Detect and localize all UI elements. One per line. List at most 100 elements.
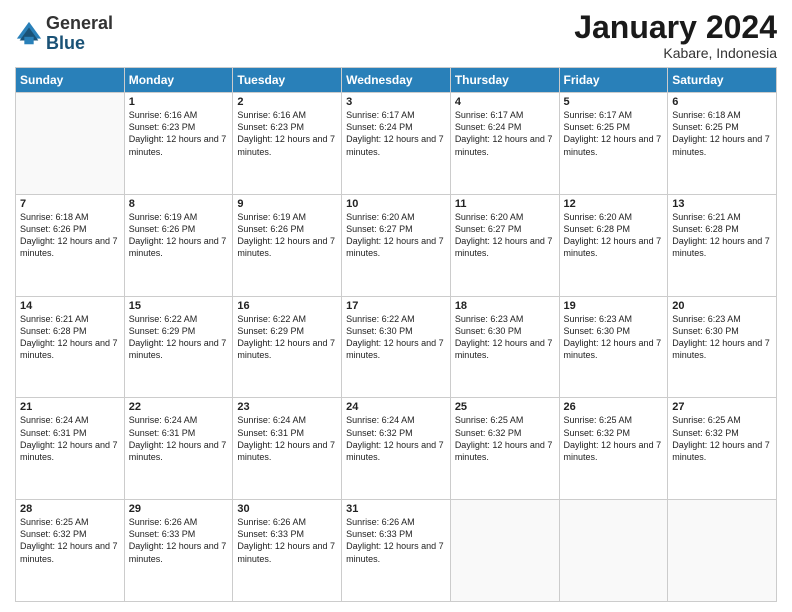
calendar-cell: 17Sunrise: 6:22 AMSunset: 6:30 PMDayligh… <box>342 296 451 398</box>
calendar-cell: 20Sunrise: 6:23 AMSunset: 6:30 PMDayligh… <box>668 296 777 398</box>
calendar-cell: 21Sunrise: 6:24 AMSunset: 6:31 PMDayligh… <box>16 398 125 500</box>
day-number: 25 <box>455 401 555 413</box>
calendar-cell: 13Sunrise: 6:21 AMSunset: 6:28 PMDayligh… <box>668 194 777 296</box>
calendar-cell <box>450 500 559 602</box>
day-info: Sunrise: 6:16 AMSunset: 6:23 PMDaylight:… <box>129 109 229 158</box>
day-number: 15 <box>129 300 229 312</box>
calendar-cell: 4Sunrise: 6:17 AMSunset: 6:24 PMDaylight… <box>450 93 559 195</box>
subtitle: Kabare, Indonesia <box>574 45 777 61</box>
day-number: 22 <box>129 401 229 413</box>
day-info: Sunrise: 6:23 AMSunset: 6:30 PMDaylight:… <box>455 313 555 362</box>
calendar-cell: 8Sunrise: 6:19 AMSunset: 6:26 PMDaylight… <box>124 194 233 296</box>
day-number: 9 <box>237 198 337 210</box>
day-info: Sunrise: 6:21 AMSunset: 6:28 PMDaylight:… <box>672 211 772 260</box>
day-info: Sunrise: 6:26 AMSunset: 6:33 PMDaylight:… <box>237 516 337 565</box>
day-info: Sunrise: 6:22 AMSunset: 6:29 PMDaylight:… <box>129 313 229 362</box>
day-info: Sunrise: 6:19 AMSunset: 6:26 PMDaylight:… <box>237 211 337 260</box>
weekday-header-wednesday: Wednesday <box>342 68 451 93</box>
day-number: 12 <box>564 198 664 210</box>
day-info: Sunrise: 6:22 AMSunset: 6:29 PMDaylight:… <box>237 313 337 362</box>
header: General Blue January 2024 Kabare, Indone… <box>15 10 777 61</box>
day-info: Sunrise: 6:26 AMSunset: 6:33 PMDaylight:… <box>346 516 446 565</box>
logo-general-label: General <box>46 14 113 34</box>
day-number: 20 <box>672 300 772 312</box>
day-number: 26 <box>564 401 664 413</box>
calendar-cell: 6Sunrise: 6:18 AMSunset: 6:25 PMDaylight… <box>668 93 777 195</box>
day-number: 19 <box>564 300 664 312</box>
calendar-table: SundayMondayTuesdayWednesdayThursdayFrid… <box>15 67 777 602</box>
calendar-cell: 1Sunrise: 6:16 AMSunset: 6:23 PMDaylight… <box>124 93 233 195</box>
day-number: 29 <box>129 503 229 515</box>
calendar-cell: 28Sunrise: 6:25 AMSunset: 6:32 PMDayligh… <box>16 500 125 602</box>
weekday-header-thursday: Thursday <box>450 68 559 93</box>
calendar-cell: 9Sunrise: 6:19 AMSunset: 6:26 PMDaylight… <box>233 194 342 296</box>
day-number: 13 <box>672 198 772 210</box>
calendar-cell: 18Sunrise: 6:23 AMSunset: 6:30 PMDayligh… <box>450 296 559 398</box>
logo-blue-label: Blue <box>46 34 113 54</box>
calendar-week-row: 7Sunrise: 6:18 AMSunset: 6:26 PMDaylight… <box>16 194 777 296</box>
calendar-cell: 3Sunrise: 6:17 AMSunset: 6:24 PMDaylight… <box>342 93 451 195</box>
title-section: January 2024 Kabare, Indonesia <box>574 10 777 61</box>
calendar-cell: 14Sunrise: 6:21 AMSunset: 6:28 PMDayligh… <box>16 296 125 398</box>
day-info: Sunrise: 6:18 AMSunset: 6:25 PMDaylight:… <box>672 109 772 158</box>
calendar-week-row: 14Sunrise: 6:21 AMSunset: 6:28 PMDayligh… <box>16 296 777 398</box>
main-title: January 2024 <box>574 10 777 45</box>
day-number: 14 <box>20 300 120 312</box>
weekday-header-monday: Monday <box>124 68 233 93</box>
calendar-cell: 25Sunrise: 6:25 AMSunset: 6:32 PMDayligh… <box>450 398 559 500</box>
day-number: 5 <box>564 96 664 108</box>
day-info: Sunrise: 6:16 AMSunset: 6:23 PMDaylight:… <box>237 109 337 158</box>
calendar-cell: 10Sunrise: 6:20 AMSunset: 6:27 PMDayligh… <box>342 194 451 296</box>
day-number: 1 <box>129 96 229 108</box>
day-info: Sunrise: 6:24 AMSunset: 6:32 PMDaylight:… <box>346 414 446 463</box>
day-number: 28 <box>20 503 120 515</box>
day-number: 16 <box>237 300 337 312</box>
day-info: Sunrise: 6:24 AMSunset: 6:31 PMDaylight:… <box>237 414 337 463</box>
day-number: 4 <box>455 96 555 108</box>
day-number: 10 <box>346 198 446 210</box>
day-info: Sunrise: 6:25 AMSunset: 6:32 PMDaylight:… <box>20 516 120 565</box>
day-info: Sunrise: 6:19 AMSunset: 6:26 PMDaylight:… <box>129 211 229 260</box>
calendar-cell: 5Sunrise: 6:17 AMSunset: 6:25 PMDaylight… <box>559 93 668 195</box>
calendar-cell: 23Sunrise: 6:24 AMSunset: 6:31 PMDayligh… <box>233 398 342 500</box>
day-info: Sunrise: 6:24 AMSunset: 6:31 PMDaylight:… <box>20 414 120 463</box>
calendar-cell <box>668 500 777 602</box>
day-info: Sunrise: 6:24 AMSunset: 6:31 PMDaylight:… <box>129 414 229 463</box>
weekday-header-tuesday: Tuesday <box>233 68 342 93</box>
day-info: Sunrise: 6:17 AMSunset: 6:24 PMDaylight:… <box>346 109 446 158</box>
day-number: 11 <box>455 198 555 210</box>
calendar-cell: 30Sunrise: 6:26 AMSunset: 6:33 PMDayligh… <box>233 500 342 602</box>
calendar-cell: 26Sunrise: 6:25 AMSunset: 6:32 PMDayligh… <box>559 398 668 500</box>
day-number: 3 <box>346 96 446 108</box>
calendar-cell: 27Sunrise: 6:25 AMSunset: 6:32 PMDayligh… <box>668 398 777 500</box>
logo-text: General Blue <box>46 14 113 54</box>
page: General Blue January 2024 Kabare, Indone… <box>0 0 792 612</box>
day-info: Sunrise: 6:20 AMSunset: 6:27 PMDaylight:… <box>455 211 555 260</box>
weekday-header-friday: Friday <box>559 68 668 93</box>
calendar-cell: 19Sunrise: 6:23 AMSunset: 6:30 PMDayligh… <box>559 296 668 398</box>
day-info: Sunrise: 6:20 AMSunset: 6:27 PMDaylight:… <box>346 211 446 260</box>
logo-icon <box>15 20 43 48</box>
day-info: Sunrise: 6:18 AMSunset: 6:26 PMDaylight:… <box>20 211 120 260</box>
weekday-header-sunday: Sunday <box>16 68 125 93</box>
day-info: Sunrise: 6:25 AMSunset: 6:32 PMDaylight:… <box>564 414 664 463</box>
calendar-cell: 31Sunrise: 6:26 AMSunset: 6:33 PMDayligh… <box>342 500 451 602</box>
logo: General Blue <box>15 14 113 54</box>
day-number: 24 <box>346 401 446 413</box>
day-number: 21 <box>20 401 120 413</box>
day-info: Sunrise: 6:25 AMSunset: 6:32 PMDaylight:… <box>455 414 555 463</box>
day-info: Sunrise: 6:23 AMSunset: 6:30 PMDaylight:… <box>564 313 664 362</box>
calendar-week-row: 21Sunrise: 6:24 AMSunset: 6:31 PMDayligh… <box>16 398 777 500</box>
day-info: Sunrise: 6:21 AMSunset: 6:28 PMDaylight:… <box>20 313 120 362</box>
calendar-cell: 11Sunrise: 6:20 AMSunset: 6:27 PMDayligh… <box>450 194 559 296</box>
day-number: 8 <box>129 198 229 210</box>
day-number: 18 <box>455 300 555 312</box>
weekday-header-row: SundayMondayTuesdayWednesdayThursdayFrid… <box>16 68 777 93</box>
calendar-cell: 16Sunrise: 6:22 AMSunset: 6:29 PMDayligh… <box>233 296 342 398</box>
day-info: Sunrise: 6:17 AMSunset: 6:25 PMDaylight:… <box>564 109 664 158</box>
day-number: 31 <box>346 503 446 515</box>
calendar-week-row: 1Sunrise: 6:16 AMSunset: 6:23 PMDaylight… <box>16 93 777 195</box>
day-number: 7 <box>20 198 120 210</box>
day-info: Sunrise: 6:23 AMSunset: 6:30 PMDaylight:… <box>672 313 772 362</box>
day-info: Sunrise: 6:20 AMSunset: 6:28 PMDaylight:… <box>564 211 664 260</box>
